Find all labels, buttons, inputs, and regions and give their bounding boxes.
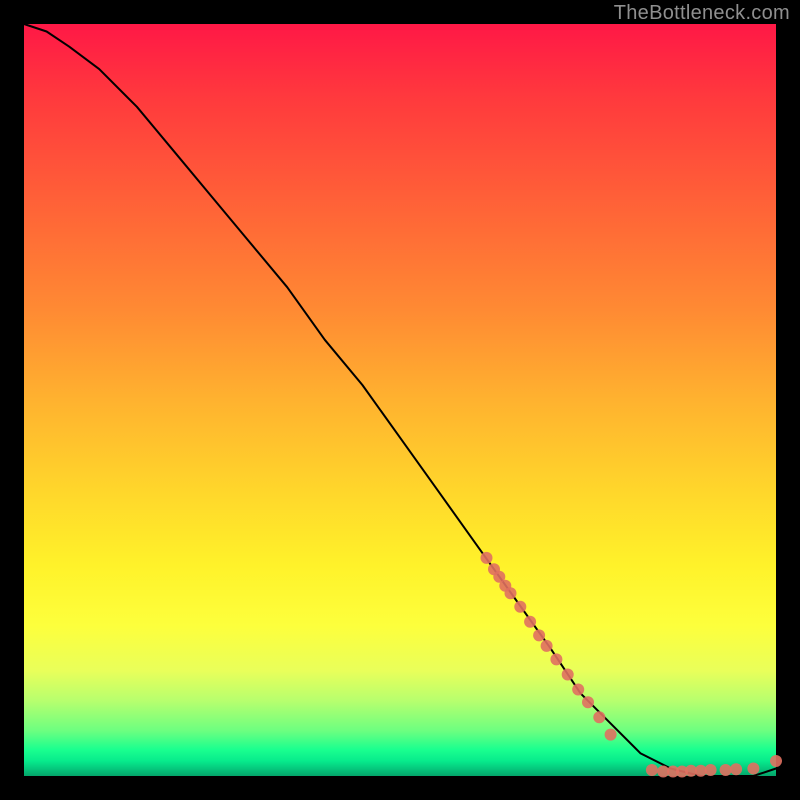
scatter-point	[646, 764, 658, 776]
watermark-label: TheBottleneck.com	[614, 2, 790, 25]
scatter-point	[705, 764, 717, 776]
scatter-point	[747, 763, 759, 775]
markers-diagonal	[481, 552, 617, 741]
scatter-point	[593, 711, 605, 723]
chart-svg	[24, 24, 776, 776]
scatter-point	[605, 729, 617, 741]
chart-stage: TheBottleneck.com	[0, 0, 800, 800]
plot-area	[24, 24, 776, 776]
scatter-point	[505, 587, 517, 599]
scatter-point	[720, 764, 732, 776]
scatter-point	[770, 755, 782, 767]
scatter-point	[582, 696, 594, 708]
scatter-point	[524, 616, 536, 628]
scatter-point	[481, 552, 493, 564]
bottleneck-curve	[24, 24, 776, 776]
scatter-point	[572, 684, 584, 696]
scatter-point	[514, 601, 526, 613]
scatter-point	[730, 763, 742, 775]
scatter-point	[562, 669, 574, 681]
scatter-point	[541, 640, 553, 652]
scatter-point	[550, 653, 562, 665]
scatter-point	[533, 629, 545, 641]
